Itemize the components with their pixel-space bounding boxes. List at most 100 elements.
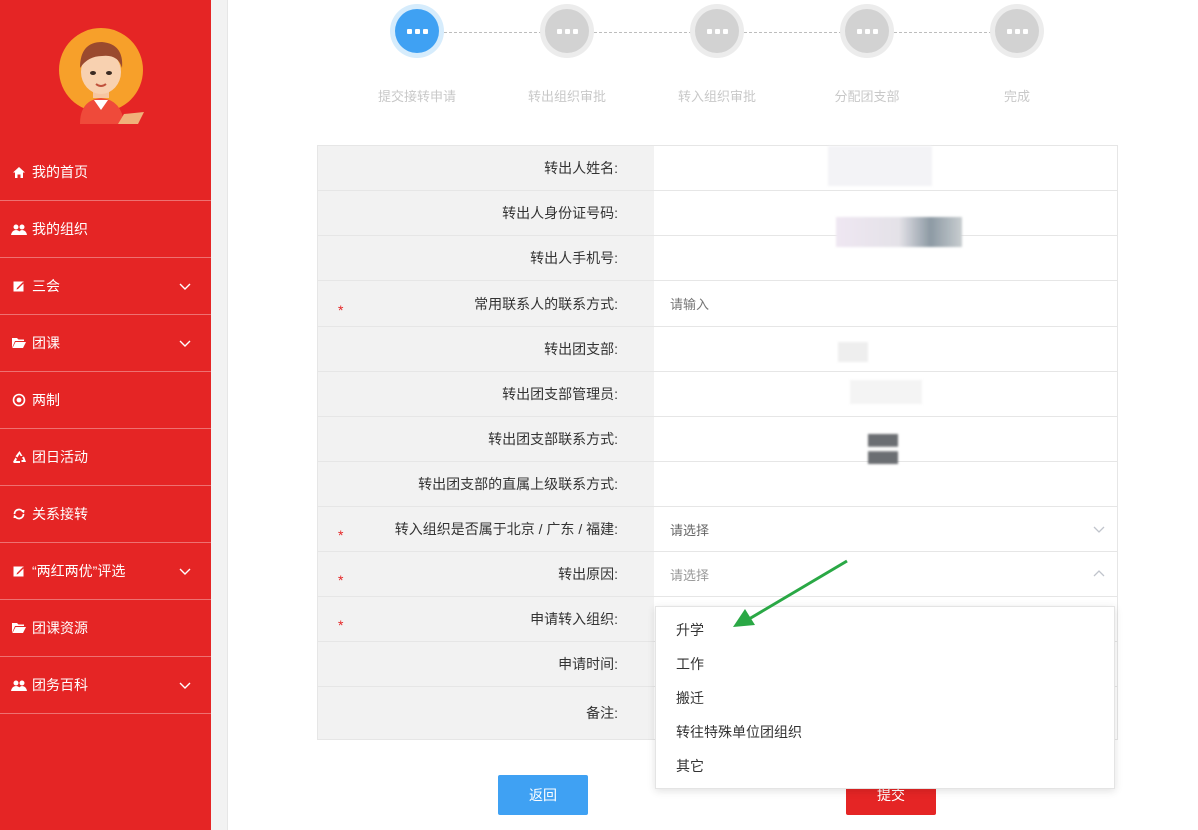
field-label: 转出原因: [558, 566, 618, 582]
target-icon [10, 392, 28, 408]
required-mark: * [338, 617, 344, 633]
sidebar-item-label: 团课 [32, 335, 60, 351]
chevron-down-icon [179, 340, 191, 347]
step-label: 转入组织审批 [677, 89, 756, 104]
edit-icon [10, 563, 28, 579]
form-row-name: 转出人姓名: [318, 146, 1117, 191]
sidebar-item-label: 团务百科 [32, 677, 88, 693]
chevron-down-icon [179, 682, 191, 689]
reason-select[interactable]: 请选择 [654, 552, 1117, 596]
more-dots-icon [995, 9, 1039, 53]
form-row-reason: * 转出原因: 请选择 [318, 552, 1117, 597]
user-avatar[interactable] [58, 28, 144, 124]
sidebar-item-label: 三会 [32, 278, 60, 294]
sidebar-item-liangzhi[interactable]: 两制 [0, 372, 211, 429]
contact-input[interactable]: 请输入 [654, 281, 1117, 326]
form-row-phone: 转出人手机号: [318, 236, 1117, 281]
folder-open-icon [10, 620, 28, 636]
more-dots-icon [695, 9, 739, 53]
sidebar-item-label: 两制 [32, 392, 60, 408]
chevron-down-icon [179, 283, 191, 290]
dropdown-option-relocation[interactable]: 搬迁 [656, 681, 1114, 715]
sidebar-item-my-org[interactable]: 我的组织 [0, 201, 211, 258]
form-row-contact: * 常用联系人的联系方式: 请输入 [318, 281, 1117, 327]
step-out-approval: 转出组织审批 [492, 4, 642, 105]
sidebar-item-tuanri[interactable]: 团日活动 [0, 429, 211, 486]
sidebar-menu: 我的首页 我的组织 三会 团课 两制 团日活动 关系接转 “两红两优”评选 团课… [0, 144, 211, 714]
sidebar-item-label: 关系接转 [32, 506, 88, 522]
required-mark: * [338, 572, 344, 588]
field-label: 转出团支部: [544, 341, 618, 357]
step-label: 完成 [1003, 89, 1030, 104]
branch-value [654, 327, 1117, 371]
required-mark: * [338, 301, 344, 318]
more-dots-icon [395, 9, 439, 53]
step-label: 提交接转申请 [377, 89, 456, 104]
chevron-down-icon [179, 568, 191, 575]
sidebar-item-label: 我的首页 [32, 164, 88, 180]
more-dots-icon [545, 9, 589, 53]
form-row-branch-contact: 转出团支部联系方式: [318, 417, 1117, 462]
sidebar-item-tuanke[interactable]: 团课 [0, 315, 211, 372]
select-value: 请选择 [670, 522, 710, 538]
sidebar-item-label: 我的组织 [32, 221, 88, 237]
field-label: 转出人姓名: [544, 160, 618, 176]
field-label: 转出人身份证号码: [502, 205, 618, 221]
annotation-arrow-icon [733, 559, 848, 627]
form-row-branch-admin: 转出团支部管理员: [318, 372, 1117, 417]
edit-icon [10, 278, 28, 294]
step-submit: 提交接转申请 [342, 4, 492, 105]
back-button[interactable]: 返回 [498, 775, 588, 815]
sidebar-item-label: 团日活动 [32, 449, 88, 465]
step-complete: 完成 [942, 4, 1092, 105]
step-circle-active [390, 4, 444, 58]
refresh-icon [10, 506, 28, 522]
chevron-down-icon [1093, 526, 1105, 533]
sidebar-item-resources[interactable]: 团课资源 [0, 600, 211, 657]
content-gutter [211, 0, 228, 830]
field-label: 转出团支部的直属上级联系方式: [418, 476, 618, 492]
reason-dropdown: 升学 工作 搬迁 转往特殊单位团组织 其它 [655, 606, 1115, 789]
dropdown-option-special-unit[interactable]: 转往特殊单位团组织 [656, 715, 1114, 749]
step-circle [690, 4, 744, 58]
folder-open-icon [10, 335, 28, 351]
users-icon [10, 677, 28, 693]
region-select[interactable]: 请选择 [654, 507, 1117, 551]
recycle-icon [10, 449, 28, 465]
field-label: 申请转入组织: [530, 611, 618, 627]
chevron-up-icon [1093, 570, 1105, 577]
field-label: 转出人手机号: [530, 250, 618, 266]
field-label: 备注: [586, 705, 618, 721]
select-value: 请选择 [670, 567, 710, 583]
sidebar-item-label: “两红两优”评选 [32, 563, 126, 579]
form-row-superior-contact: 转出团支部的直属上级联系方式: [318, 462, 1117, 507]
field-label: 转出团支部联系方式: [488, 431, 618, 447]
sidebar-item-home[interactable]: 我的首页 [0, 144, 211, 201]
form-row-branch: 转出团支部: [318, 327, 1117, 372]
redacted-area [828, 146, 932, 186]
sidebar-item-label: 团课资源 [32, 620, 88, 636]
dropdown-option-work[interactable]: 工作 [656, 647, 1114, 681]
sidebar-item-guanxi[interactable]: 关系接转 [0, 486, 211, 543]
dropdown-option-other[interactable]: 其它 [656, 749, 1114, 783]
redacted-area [850, 380, 922, 404]
sidebar-item-pingxuan[interactable]: “两红两优”评选 [0, 543, 211, 600]
step-in-approval: 转入组织审批 [642, 4, 792, 105]
field-label: 转入组织是否属于北京 / 广东 / 福建: [394, 521, 618, 537]
required-mark: * [338, 527, 344, 543]
field-label: 转出团支部管理员: [502, 386, 618, 402]
step-circle [540, 4, 594, 58]
sidebar-item-sanhui[interactable]: 三会 [0, 258, 211, 315]
form-row-id-number: 转出人身份证号码: [318, 191, 1117, 236]
step-assign-branch: 分配团支部 [792, 4, 942, 105]
step-label: 分配团支部 [834, 89, 900, 104]
step-circle [840, 4, 894, 58]
step-circle [990, 4, 1044, 58]
step-label: 转出组织审批 [527, 89, 606, 104]
users-icon [10, 221, 28, 237]
sidebar-item-baike[interactable]: 团务百科 [0, 657, 211, 714]
field-label: 常用联系人的联系方式: [474, 295, 618, 312]
superior-contact-value [654, 462, 1117, 506]
sidebar: 我的首页 我的组织 三会 团课 两制 团日活动 关系接转 “两红两优”评选 团课… [0, 0, 211, 830]
more-dots-icon [845, 9, 889, 53]
